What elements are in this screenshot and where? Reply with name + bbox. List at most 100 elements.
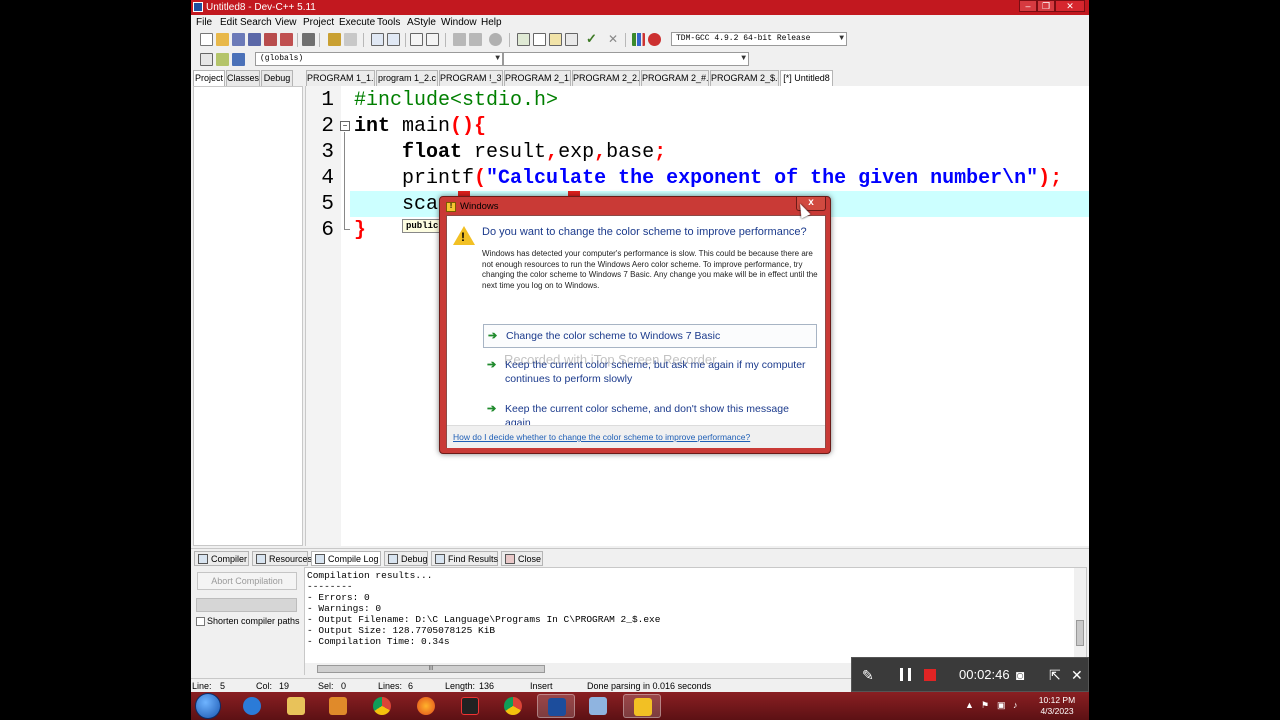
fold-toggle-icon[interactable]: − <box>340 121 350 131</box>
print-icon[interactable] <box>302 33 315 46</box>
menu-search[interactable]: Search <box>240 16 272 29</box>
restore-button[interactable]: ❐ <box>1037 0 1055 12</box>
tab-debug-bottom[interactable]: Debug <box>384 551 428 566</box>
close-file-icon[interactable] <box>264 33 277 46</box>
goto-icon[interactable] <box>232 53 245 66</box>
help-link[interactable]: How do I decide whether to change the co… <box>453 432 750 442</box>
toggle-icon[interactable] <box>216 53 229 66</box>
menu-view[interactable]: View <box>275 16 297 29</box>
taskbar-media[interactable] <box>319 694 357 718</box>
new-file-icon[interactable] <box>200 33 213 46</box>
goto-line-icon[interactable] <box>410 33 423 46</box>
next-icon[interactable] <box>469 33 482 46</box>
save-icon[interactable] <box>232 33 245 46</box>
debug-icon[interactable] <box>648 33 661 46</box>
menu-execute[interactable]: Execute <box>339 16 375 29</box>
menu-edit[interactable]: Edit <box>220 16 237 29</box>
scroll-thumb[interactable]: III <box>317 665 545 673</box>
tray-volume-icon[interactable]: ♪ <box>1013 701 1022 710</box>
menu-astyle[interactable]: AStyle <box>407 16 436 29</box>
taskbar-window[interactable] <box>579 694 617 718</box>
profile-chart-icon[interactable] <box>632 33 645 46</box>
find-icon[interactable] <box>371 33 384 46</box>
compile-icon[interactable] <box>517 33 530 46</box>
redo-icon[interactable] <box>344 33 357 46</box>
project-browser[interactable] <box>193 86 303 546</box>
minimize-button[interactable]: – <box>1019 0 1037 12</box>
clean-icon[interactable]: ✕ <box>608 33 621 46</box>
compile-run-icon[interactable] <box>549 33 562 46</box>
menu-help[interactable]: Help <box>481 16 502 29</box>
undo-icon[interactable] <box>328 33 341 46</box>
export-icon[interactable]: ⇱ <box>1049 667 1061 683</box>
pen-icon[interactable]: ✎ <box>862 667 874 683</box>
editor-tab[interactable]: PROGRAM 2_2.c <box>572 70 640 86</box>
open-file-icon[interactable] <box>216 33 229 46</box>
tab-find-results[interactable]: Find Results <box>431 551 498 566</box>
tray-up-arrow-icon[interactable]: ▲ <box>965 701 974 710</box>
taskbar-chrome[interactable] <box>363 694 401 718</box>
tab-compiler[interactable]: Compiler <box>194 551 249 566</box>
tab-compile-log[interactable]: Compile Log <box>311 551 381 566</box>
stop-record-icon[interactable] <box>924 669 936 681</box>
tab-resources[interactable]: Resources <box>252 551 312 566</box>
stop-icon[interactable] <box>489 33 502 46</box>
taskbar-warning[interactable] <box>623 694 661 718</box>
editor-tab[interactable]: PROGRAM !_3.c <box>439 70 503 86</box>
editor-tab[interactable]: PROGRAM 2_$.c <box>710 70 779 86</box>
taskbar-firefox[interactable] <box>407 694 445 718</box>
log-line: - Warnings: 0 <box>307 603 382 614</box>
menu-window[interactable]: Window <box>441 16 477 29</box>
menu-project[interactable]: Project <box>303 16 334 29</box>
close-icon[interactable]: ✕ <box>1071 667 1083 683</box>
title-bar: Untitled8 - Dev-C++ 5.11 – ❐ ✕ <box>191 0 1089 15</box>
close-all-icon[interactable] <box>280 33 293 46</box>
fold-line <box>344 132 345 230</box>
replace-icon[interactable] <box>387 33 400 46</box>
editor-tab[interactable]: program 1_2.c <box>376 70 438 86</box>
toggle-bookmark-icon[interactable] <box>426 33 439 46</box>
devcpp-app-icon[interactable] <box>193 2 203 12</box>
syntax-check-icon[interactable]: ✓ <box>586 32 599 46</box>
editor-tab[interactable]: PROGRAM 1_1.c <box>306 70 375 86</box>
camera-icon[interactable]: ◙ <box>1016 667 1024 683</box>
tab-classes[interactable]: Classes <box>226 70 260 86</box>
editor-tab-active[interactable]: [*] Untitled8 <box>780 70 833 86</box>
scroll-thumb[interactable] <box>1076 620 1084 646</box>
taskbar-recorder[interactable] <box>451 694 489 718</box>
close-window-button[interactable]: ✕ <box>1055 0 1085 12</box>
taskbar-devcpp[interactable] <box>537 694 575 718</box>
keyword-int: int <box>354 115 391 138</box>
tab-project[interactable]: Project <box>193 70 225 86</box>
run-icon[interactable] <box>533 33 546 46</box>
tab-debug[interactable]: Debug <box>261 70 293 86</box>
tray-flag-icon[interactable]: ⚑ <box>981 701 990 710</box>
scope-select[interactable]: (globals) ▼ <box>255 52 503 66</box>
media-player-icon <box>329 697 347 715</box>
tray-network-icon[interactable]: ▣ <box>997 701 1006 710</box>
start-button-icon[interactable] <box>195 693 221 719</box>
pause-icon[interactable] <box>900 668 911 681</box>
editor-tab[interactable]: PROGRAM 2_#.c <box>641 70 709 86</box>
option-change-scheme[interactable]: ➔ Change the color scheme to Windows 7 B… <box>483 324 817 348</box>
log-vertical-scrollbar[interactable] <box>1074 568 1086 664</box>
compiler-select[interactable]: TDM-GCC 4.9.2 64-bit Release ▼ <box>671 32 847 46</box>
chrome-icon <box>504 697 522 715</box>
prev-icon[interactable] <box>453 33 466 46</box>
save-all-icon[interactable] <box>248 33 261 46</box>
editor-tab[interactable]: PROGRAM 2_1.c <box>504 70 571 86</box>
insert-icon[interactable] <box>200 53 213 66</box>
menu-file[interactable]: File <box>196 16 212 29</box>
status-lines-label: Lines: <box>378 681 403 691</box>
tab-close[interactable]: Close <box>501 551 543 566</box>
tray-clock[interactable]: 10:12 PM 4/3/2023 <box>1031 695 1083 717</box>
taskbar-chrome-2[interactable] <box>494 694 532 718</box>
function-select[interactable]: ▼ <box>503 52 749 66</box>
abort-compilation-button[interactable]: Abort Compilation <box>197 572 297 590</box>
taskbar-ie[interactable] <box>233 694 271 718</box>
menu-tools[interactable]: Tools <box>377 16 400 29</box>
taskbar-explorer[interactable] <box>277 694 315 718</box>
shorten-paths-checkbox[interactable] <box>196 617 205 626</box>
dialog-description: Windows has detected your computer's per… <box>482 249 818 290</box>
rebuild-icon[interactable] <box>565 33 578 46</box>
